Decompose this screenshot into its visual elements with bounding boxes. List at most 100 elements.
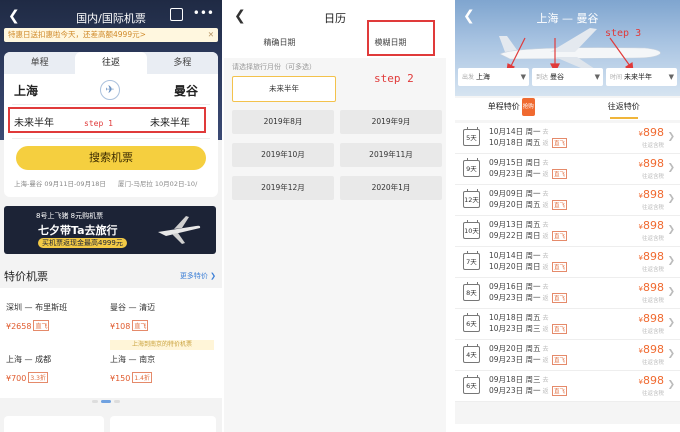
trip-length: 7天 [466,258,477,266]
depart-marker: 去 [542,346,549,353]
filter-time[interactable]: 时间 未来半年 ▼ [606,68,677,86]
tab-exact-date[interactable]: 精确日期 [224,32,335,58]
calendar-screen: ❮ 日历 精确日期 模糊日期 请选择旅行月份（可多选） step 2 未来半年 … [224,0,446,432]
tab-round-trip-deals[interactable]: 往返特价 [568,98,680,120]
search-flights-button[interactable]: 搜索机票 [16,146,206,170]
special-route[interactable]: 上海 — 南京 [110,354,155,365]
filter-from[interactable]: 出发 上海 ▼ [458,68,529,86]
trip-length: 10天 [464,227,479,235]
from-city[interactable]: 上海 [14,82,38,99]
month-option[interactable]: 2019年9月 [340,110,442,134]
deal-row[interactable]: 8天 09月16日 周一去 09月23日 周一返直飞 ¥898 往返含税 ❯ [455,278,680,309]
direct-flight-tag: 直飞 [552,386,568,396]
airplane-image [158,216,201,244]
price-note: 往返含税 [641,143,664,149]
month-option[interactable]: 2019年8月 [232,110,334,134]
special-route[interactable]: 上海 — 成都 [6,354,51,365]
bottom-card[interactable] [110,416,216,432]
deal-row[interactable]: 6天 09月18日 周三去 09月23日 周一返直飞 ¥898 往返含税 ❯ [455,371,680,402]
depart-date[interactable]: 未来半年 [14,114,54,129]
month-option[interactable]: 2019年12月 [232,176,334,200]
direct-flight-tag: 直飞 [552,200,568,210]
outbound-date-text: 09月09日 周一 [489,189,541,198]
chevron-down-icon: ▼ [520,73,526,81]
chevron-right-icon: ❯ [667,349,675,359]
return-marker: 返 [542,202,549,209]
filter-label: 到达 [536,74,549,81]
calendar-icon: 9天 [463,158,480,177]
special-price-value: ¥108 [110,322,131,331]
month-option[interactable]: 2020年1月 [340,176,442,200]
calendar-icon: 5天 [463,127,480,146]
deal-row[interactable]: 12天 09月09日 周一去 09月20日 周五返直飞 ¥898 往返含税 ❯ [455,185,680,216]
filter-to[interactable]: 到达 曼谷 ▼ [532,68,603,86]
price-value: 898 [643,281,664,294]
direct-flight-tag: 直飞 [552,324,568,334]
deal-row[interactable]: 4天 09月20日 周五去 09月23日 周一返直飞 ¥898 往返含税 ❯ [455,340,680,371]
return-date[interactable]: 未来半年 [150,114,190,129]
outbound-date-text: 09月20日 周五 [489,344,541,353]
specials-note: 上海到南京的特价机票 [110,340,214,350]
tab-one-way-deals[interactable]: 单程特价 抢购 [455,98,568,120]
deal-price: ¥898 [639,281,664,294]
deal-row[interactable]: 10天 09月13日 周五去 09月22日 周日返直飞 ¥898 往返含税 ❯ [455,216,680,247]
calendar-icon: 6天 [463,313,480,332]
trip-length: 6天 [466,320,477,328]
annotation-box [367,20,435,56]
trip-dates: 09月20日 周五去 09月23日 周一返 [489,344,549,366]
special-tag: 直飞 [132,320,149,331]
price-note: 往返含税 [641,267,664,273]
step-1-label: step 1 [84,119,113,128]
outbound-date-text: 10月14日 周一 [489,127,541,136]
trip-length: 6天 [466,382,477,390]
tab-multi-city[interactable]: 多程 [147,52,218,74]
price-note: 往返含税 [641,298,664,304]
recent-search-2[interactable]: 厦门-马尼拉 10月02日-10/ [118,178,197,188]
option-next-half-year[interactable]: 未来半年 [232,76,336,102]
round-trip-deals-screen: ❮ 上海 — 曼谷 step 3 出发 上海 ▼ 到达 曼谷 ▼ 时间 未来半年 ▼ 单程特… [455,0,680,432]
save-icon[interactable] [169,8,183,21]
special-price-value: ¥700 [6,374,27,383]
return-date-text: 09月23日 周一 [489,386,541,395]
outbound-date-text: 09月18日 周三 [489,375,541,384]
trip-length: 5天 [466,134,477,142]
swap-cities-icon[interactable]: ✈ [100,80,120,100]
deal-row[interactable]: 5天 10月14日 周一去 10月18日 周五返直飞 ¥898 往返含税 ❯ [455,123,680,154]
divider [12,104,210,105]
to-city[interactable]: 曼谷 [174,82,198,99]
header-actions: ••• [169,7,214,21]
special-price: ¥2658 直飞 [6,320,50,331]
month-option[interactable]: 2019年11月 [340,143,442,167]
direct-flight-tag: 直飞 [552,355,568,365]
calendar-icon: 7天 [463,251,480,270]
filter-label: 出发 [462,74,475,81]
bottom-card[interactable] [4,416,104,432]
price-value: 898 [643,126,664,139]
special-route[interactable]: 曼谷 — 清迈 [110,302,155,313]
trip-dates: 09月18日 周三去 09月23日 周一返 [489,375,549,397]
close-icon[interactable]: ✕ [208,28,214,42]
more-specials-link[interactable]: 更多特价 ❯ [180,271,216,281]
return-marker: 返 [542,171,549,178]
filter-label: 时间 [610,74,623,81]
deal-row[interactable]: 9天 09月15日 周日去 09月23日 周一返直飞 ¥898 往返含税 ❯ [455,154,680,185]
deal-row[interactable]: 6天 10月18日 周五去 10月23日 周三返直飞 ¥898 往返含税 ❯ [455,309,680,340]
recent-search-1[interactable]: 上海-曼谷 09月11日-09月18日 [14,178,106,188]
special-tag: 直飞 [33,320,50,331]
outbound-date: 10月18日 周五去 [489,313,549,324]
tab-one-way[interactable]: 单程 [4,52,75,74]
specials-list: 深圳 — 布里斯班 ¥2658 直飞 曼谷 — 清迈 ¥108 直飞 上海到南京的特… [0,288,222,398]
promo-banner[interactable]: 8号上飞猪 8元购机票 七夕带Ta去旅行 买机票返现金最高4999元 [4,206,216,254]
special-route[interactable]: 深圳 — 布里斯班 [6,302,67,313]
tab-round-trip[interactable]: 往返 [75,52,147,74]
month-option[interactable]: 2019年10月 [232,143,334,167]
more-icon[interactable]: ••• [193,7,214,21]
deal-row[interactable]: 7天 10月14日 周一去 10月20日 周日返直飞 ¥898 往返含税 ❯ [455,247,680,278]
promo-notice[interactable]: 特惠日送扣惠啦今天，还差高额4999元> ✕ [4,28,218,42]
price-note: 往返含税 [641,205,664,211]
filter-value: 曼谷 [550,73,565,81]
return-marker: 返 [542,326,549,333]
tab-label: 单程特价 [487,102,520,111]
special-price: ¥700 3.3折 [6,372,48,383]
price-note: 往返含税 [641,236,664,242]
